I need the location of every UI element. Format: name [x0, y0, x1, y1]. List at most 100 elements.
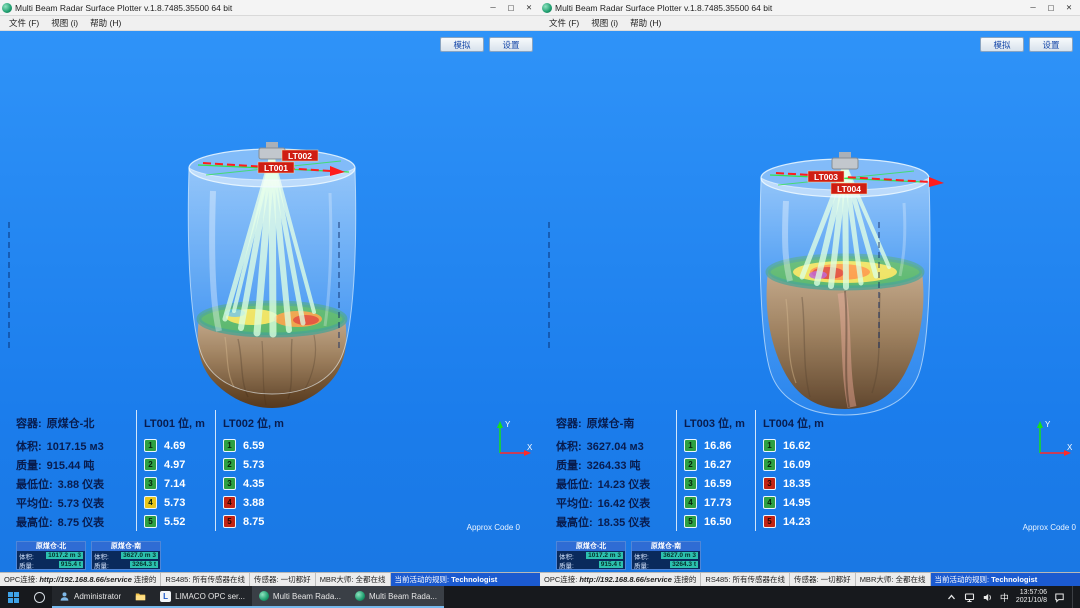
beam-cell: 37.14 [136, 474, 215, 493]
beam-cell: 216.27 [676, 455, 755, 474]
chevron-up-icon[interactable] [946, 592, 957, 603]
titlebar[interactable]: Multi Beam Radar Surface Plotter v.1.8.7… [540, 0, 1080, 16]
taskbar-item-multibeam-2[interactable]: Multi Beam Rada... [348, 586, 444, 608]
beam-cell: 24.97 [136, 455, 215, 474]
close-button[interactable]: ✕ [520, 1, 538, 15]
menu-help[interactable]: 帮助 (H) [84, 17, 127, 29]
beam-value: 16.09 [783, 459, 811, 471]
menu-view[interactable]: 视图 (i) [45, 17, 84, 29]
beam-index-chip: 1 [144, 439, 157, 452]
start-button[interactable] [0, 586, 26, 608]
settings-button[interactable]: 设置 [489, 37, 533, 52]
cortana-icon [34, 592, 45, 603]
beam-cell: 34.35 [215, 474, 294, 493]
taskbar-item-administrator[interactable]: Administrator [52, 586, 128, 608]
beam-cell: 417.73 [676, 493, 755, 512]
summary-box-north[interactable]: 原煤仓-北 体积:1017.2 m 3 质量:915.4 t [556, 541, 626, 570]
beam-value: 5.52 [164, 516, 185, 528]
folder-icon [135, 591, 146, 602]
minimize-button[interactable]: ─ [484, 1, 502, 15]
beam-cell: 514.23 [755, 512, 834, 531]
sensor-label-lt001: LT001 [258, 162, 294, 173]
container-value: 原煤仓-北 [47, 418, 95, 430]
simulate-button[interactable]: 模拟 [980, 37, 1024, 52]
taskbar-clock[interactable]: 13:57:06 2021/10/8 [1016, 589, 1047, 606]
beam-value: 16.86 [704, 440, 732, 452]
svg-text:Y: Y [505, 420, 511, 429]
summary-box-north[interactable]: 原煤仓-北 体积:1017.2 m 3 质量:915.4 t [16, 541, 86, 570]
beam-value: 4.97 [164, 459, 185, 471]
client-toolbar: 模拟 设置 [440, 37, 533, 52]
window-title: Multi Beam Radar Surface Plotter v.1.8.7… [555, 3, 1021, 13]
system-tray: 中 13:57:06 2021/10/8 [943, 586, 1080, 608]
beam-value: 4.69 [164, 440, 185, 452]
titlebar[interactable]: Multi Beam Radar Surface Plotter v.1.8.7… [0, 0, 540, 16]
vertical-tick-strip-right [878, 222, 880, 348]
beam-index-chip: 1 [763, 439, 776, 452]
maximize-button[interactable]: ▢ [502, 1, 520, 15]
summary-box-south[interactable]: 原煤仓-南 体积:3627.0 m 3 质量:3264.3 t [631, 541, 701, 570]
svg-text:X: X [1067, 443, 1073, 452]
beam-cell: 58.75 [215, 512, 294, 531]
status-opc-connection: OPC连接:http://192.168.8.66/service连接的 [0, 573, 161, 586]
beam-cell: 116.62 [755, 436, 834, 455]
menubar: 文件 (F) 视图 (i) 帮助 (H) [0, 16, 540, 31]
search-button[interactable] [26, 586, 52, 608]
metric-row: 最高位:8.75 仪表 [16, 514, 136, 530]
sensor-column-header: LT001 位, m [136, 410, 215, 436]
taskbar-item-limaco-opc[interactable]: LIMACO OPC ser... [153, 586, 252, 608]
bunker-summary-boxes: 原煤仓-北 体积:1017.2 m 3 质量:915.4 t 原煤仓-南 体积:… [556, 541, 701, 570]
beam-value: 7.14 [164, 478, 185, 490]
beam-value: 16.50 [704, 516, 732, 528]
axis-gizmo: Y X [1037, 420, 1073, 456]
beam-value: 3.88 [243, 497, 264, 509]
close-button[interactable]: ✕ [1060, 1, 1078, 15]
window-controls: ─ ▢ ✕ [484, 1, 538, 15]
beam-index-chip: 1 [684, 439, 697, 452]
beam-value: 18.35 [783, 478, 811, 490]
menu-file[interactable]: 文件 (F) [3, 17, 45, 29]
settings-button[interactable]: 设置 [1029, 37, 1073, 52]
beam-cell: 25.73 [215, 455, 294, 474]
beam-index-chip: 5 [223, 515, 236, 528]
maximize-button[interactable]: ▢ [1042, 1, 1060, 15]
metric-row: 最低位:14.23 仪表 [556, 476, 676, 492]
menu-file[interactable]: 文件 (F) [543, 17, 585, 29]
sensor-label-lt003: LT003 [808, 171, 844, 182]
volume-icon[interactable] [982, 592, 993, 603]
taskbar-item-multibeam-1[interactable]: Multi Beam Rada... [252, 586, 348, 608]
metric-row: 最低位:3.88 仪表 [16, 476, 136, 492]
beam-cell: 45.73 [136, 493, 215, 512]
menu-view[interactable]: 视图 (i) [585, 17, 624, 29]
taskbar-item-explorer[interactable] [128, 586, 153, 608]
beam-value: 17.73 [704, 497, 732, 509]
status-rs485: RS485: 所有传感器在线 [701, 573, 790, 586]
sensor-label-lt004: LT004 [831, 183, 867, 194]
menu-help[interactable]: 帮助 (H) [624, 17, 667, 29]
ime-indicator[interactable]: 中 [1000, 591, 1009, 604]
measurements-table: 容器:原煤仓-北 LT001 位, m LT002 位, m 体积:1017.1… [16, 410, 294, 531]
show-desktop-button[interactable] [1072, 586, 1077, 608]
notification-center-icon[interactable] [1054, 592, 1065, 603]
beam-value: 5.73 [243, 459, 264, 471]
beam-value: 16.62 [783, 440, 811, 452]
beam-index-chip: 2 [684, 458, 697, 471]
beam-index-chip: 1 [223, 439, 236, 452]
multibeam-app-icon [259, 591, 269, 601]
minimize-button[interactable]: ─ [1024, 1, 1042, 15]
vertical-tick-strip-left [548, 222, 550, 348]
network-icon[interactable] [964, 592, 975, 603]
beam-cell: 43.88 [215, 493, 294, 512]
beam-value: 16.27 [704, 459, 732, 471]
beam-index-chip: 5 [144, 515, 157, 528]
simulate-button[interactable]: 模拟 [440, 37, 484, 52]
viewport-3d[interactable]: LT002 LT001 Y X 模拟 设置 容器:原煤仓-北 LT001 位, … [0, 31, 540, 572]
clock-date: 2021/10/8 [1016, 597, 1047, 606]
status-bar: OPC连接:http://192.168.8.66/service连接的 RS4… [540, 572, 1080, 586]
sensor-column-header: LT002 位, m [215, 410, 294, 436]
beam-value: 14.95 [783, 497, 811, 509]
app-icon [542, 3, 552, 13]
summary-box-south[interactable]: 原煤仓-南 体积:3627.0 m 3 质量:3264.3 t [91, 541, 161, 570]
beam-index-chip: 2 [144, 458, 157, 471]
viewport-3d[interactable]: LT003 LT004 Y X 模拟 设置 容器:原煤仓-南 LT003 位, … [540, 31, 1080, 572]
